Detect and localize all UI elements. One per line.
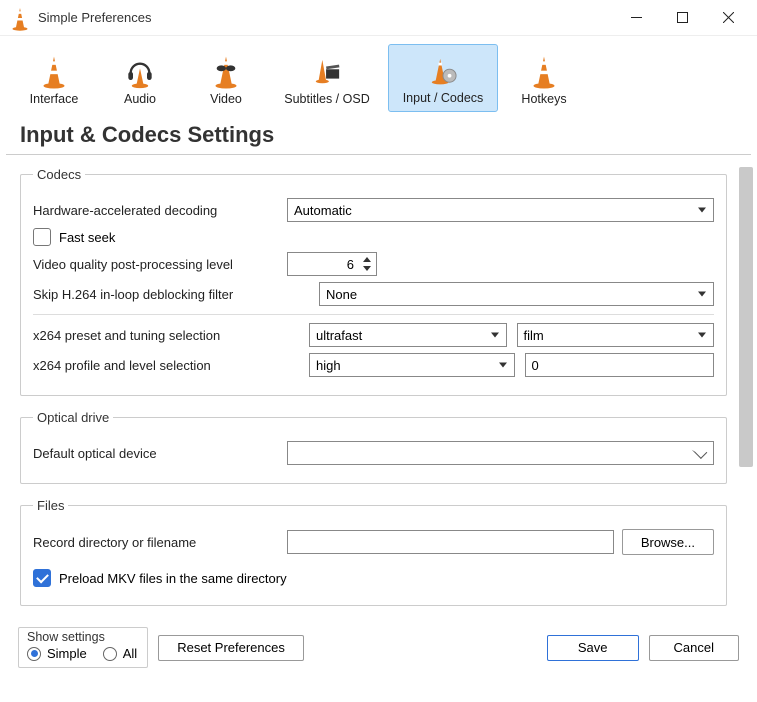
spin-down-icon[interactable] [360, 264, 374, 273]
reset-preferences-button[interactable]: Reset Preferences [158, 635, 304, 661]
cancel-button[interactable]: Cancel [649, 635, 739, 661]
codecs-group: Codecs Hardware-accelerated decoding Aut… [20, 167, 727, 396]
record-dir-label: Record directory or filename [33, 535, 279, 550]
spin-up-icon[interactable] [360, 255, 374, 264]
x264-profile-label: x264 profile and level selection [33, 358, 301, 373]
preload-mkv-label: Preload MKV files in the same directory [59, 571, 287, 586]
cone-icon [530, 54, 558, 92]
browse-button[interactable]: Browse... [622, 529, 714, 555]
skip-loop-label: Skip H.264 in-loop deblocking filter [33, 287, 311, 302]
page-title: Input & Codecs Settings [6, 112, 751, 155]
radio-all-label: All [123, 646, 137, 661]
fast-seek-label: Fast seek [59, 230, 115, 245]
cancel-label: Cancel [674, 640, 714, 655]
x264-tuning-select[interactable]: film [517, 323, 715, 347]
radio-all[interactable] [103, 647, 117, 661]
tab-interface[interactable]: Interface [14, 44, 94, 112]
tab-audio[interactable]: Audio [100, 44, 180, 112]
divider [33, 314, 714, 315]
x264-level-input[interactable]: 0 [525, 353, 715, 377]
radio-simple[interactable] [27, 647, 41, 661]
save-button[interactable]: Save [547, 635, 639, 661]
postproc-value: 6 [347, 257, 354, 272]
x264-tuning-value: film [524, 328, 544, 343]
cone-icon [40, 54, 68, 92]
tab-label: Video [210, 92, 242, 106]
x264-profile-value: high [316, 358, 341, 373]
hw-decoding-value: Automatic [294, 203, 352, 218]
x264-preset-value: ultrafast [316, 328, 362, 343]
hw-decoding-select[interactable]: Automatic [287, 198, 714, 222]
tab-label: Subtitles / OSD [284, 92, 369, 106]
tab-subtitles[interactable]: Subtitles / OSD [272, 44, 382, 112]
codecs-legend: Codecs [33, 167, 85, 182]
files-group: Files Record directory or filename Brows… [20, 498, 727, 606]
preload-mkv-checkbox[interactable] [33, 569, 51, 587]
save-label: Save [578, 640, 608, 655]
tab-video[interactable]: Video [186, 44, 266, 112]
tab-hotkeys[interactable]: Hotkeys [504, 44, 584, 112]
maximize-button[interactable] [659, 2, 705, 34]
x264-preset-select[interactable]: ultrafast [309, 323, 507, 347]
tab-label: Interface [30, 92, 79, 106]
show-settings-label: Show settings [27, 630, 137, 644]
skip-loop-value: None [326, 287, 357, 302]
x264-preset-label: x264 preset and tuning selection [33, 328, 301, 343]
footer: Show settings Simple All Reset Preferenc… [0, 623, 757, 678]
settings-scroll-area: Codecs Hardware-accelerated decoding Aut… [0, 155, 757, 623]
disc-cone-icon [429, 53, 457, 91]
postproc-spin[interactable]: 6 [287, 252, 377, 276]
files-legend: Files [33, 498, 68, 513]
glasses-cone-icon [212, 54, 240, 92]
show-settings-group: Show settings Simple All [18, 627, 148, 668]
radio-simple-label: Simple [47, 646, 87, 661]
vlc-icon [10, 8, 30, 28]
tab-label: Audio [124, 92, 156, 106]
postproc-label: Video quality post-processing level [33, 257, 279, 272]
clapper-cone-icon [313, 54, 341, 92]
record-dir-input[interactable] [287, 530, 614, 554]
browse-label: Browse... [641, 535, 695, 550]
optical-device-select[interactable] [287, 441, 714, 465]
x264-level-value: 0 [532, 358, 539, 373]
titlebar: Simple Preferences [0, 0, 757, 36]
skip-loop-select[interactable]: None [319, 282, 714, 306]
optical-device-label: Default optical device [33, 446, 279, 461]
close-button[interactable] [705, 2, 751, 34]
category-tabs: Interface Audio Video Subtitles / OSD In… [0, 36, 757, 112]
hw-decoding-label: Hardware-accelerated decoding [33, 203, 279, 218]
minimize-button[interactable] [613, 2, 659, 34]
reset-label: Reset Preferences [177, 640, 285, 655]
tab-input-codecs[interactable]: Input / Codecs [388, 44, 498, 112]
scrollbar-thumb[interactable] [739, 167, 753, 467]
tab-label: Hotkeys [521, 92, 566, 106]
optical-group: Optical drive Default optical device [20, 410, 727, 484]
x264-profile-select[interactable]: high [309, 353, 515, 377]
tab-label: Input / Codecs [403, 91, 484, 105]
window-title: Simple Preferences [38, 10, 151, 25]
fast-seek-checkbox[interactable] [33, 228, 51, 246]
optical-legend: Optical drive [33, 410, 113, 425]
headphones-cone-icon [126, 54, 154, 92]
